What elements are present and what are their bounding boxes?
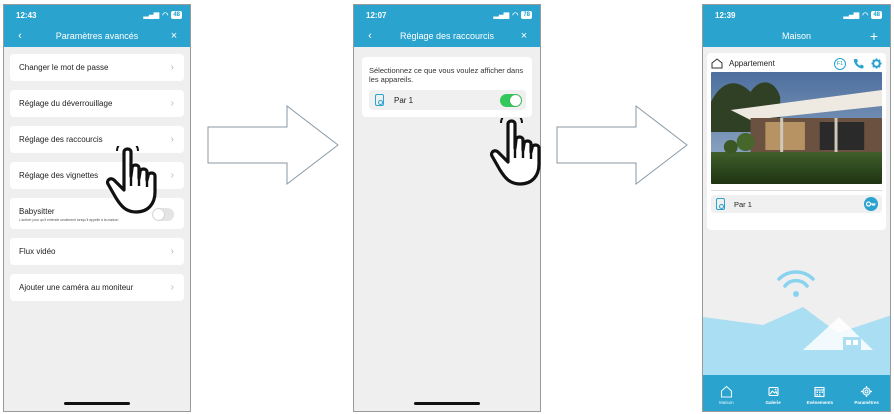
list-item-label: Changer le mot de passe <box>19 63 109 72</box>
phone-home: 12:39 ▂▄▆ ◠ 48 Maison + Appartement F1 P… <box>702 4 891 412</box>
list-item-label: Réglage du déverrouillage <box>19 99 113 108</box>
page-title: Paramètres avancés <box>55 31 139 41</box>
shortcut-prompt: Sélectionnez ce que vous voulez afficher… <box>369 66 524 84</box>
tab-label: Maison <box>719 399 734 405</box>
chevron-right-icon: › <box>170 62 174 73</box>
calendar-icon <box>814 386 825 397</box>
status-time: 12:07 <box>366 10 387 20</box>
header: 12:43 ▂▄▆ ◠ 48 ‹ Paramètres avancés × <box>4 5 190 47</box>
add-camera-item[interactable]: Ajouter une caméra au moniteur › <box>10 274 184 301</box>
header: 12:39 ▂▄▆ ◠ 48 Maison + <box>703 5 890 47</box>
device-toggle[interactable] <box>500 93 522 107</box>
add-icon[interactable]: + <box>868 29 880 43</box>
phone-icon[interactable] <box>853 58 864 69</box>
back-icon[interactable]: ‹ <box>364 30 376 42</box>
babysitter-description: L'activer pour qu'il entende seulement l… <box>19 218 119 222</box>
system-icons: ▂▄▆ ◠ 48 <box>143 11 182 19</box>
doorbell-icon <box>375 94 384 106</box>
signal-icon: ▂▄▆ <box>143 12 160 19</box>
video-stream-item[interactable]: Flux vidéo › <box>10 238 184 265</box>
home-indicator <box>414 402 480 405</box>
chevron-right-icon: › <box>170 282 174 293</box>
nav-bar: Maison + <box>703 25 890 47</box>
page-title: Maison <box>781 31 811 41</box>
doorbell-icon <box>716 198 725 210</box>
gear-icon <box>861 385 873 397</box>
gear-icon[interactable] <box>871 58 882 69</box>
arrow-right-icon <box>207 105 339 185</box>
tab-label: Galerie <box>765 399 781 405</box>
camera-snapshot[interactable] <box>711 72 882 184</box>
tab-home[interactable]: Maison <box>706 385 746 405</box>
battery-indicator: 48 <box>871 11 882 19</box>
status-bar: 12:43 ▂▄▆ ◠ 48 <box>4 5 190 25</box>
unlock-settings-item[interactable]: Réglage du déverrouillage › <box>10 90 184 117</box>
wifi-icon: ◠ <box>512 12 519 19</box>
status-time: 12:43 <box>16 10 37 20</box>
header: 12:07 ▂▄▆ ◠ 78 ‹ Réglage des raccourcis … <box>354 5 540 47</box>
signal-icon: ▂▄▆ <box>493 12 510 19</box>
home-icon <box>720 385 732 398</box>
status-bar: 12:39 ▂▄▆ ◠ 48 <box>703 5 890 25</box>
key-icon <box>866 201 876 207</box>
tab-settings[interactable]: Paramètres <box>847 385 887 405</box>
signal-icon: ▂▄▆ <box>843 12 860 19</box>
f1-button[interactable]: F1 <box>834 57 846 70</box>
change-password-item[interactable]: Changer le mot de passe › <box>10 54 184 81</box>
shortcut-panel: Sélectionnez ce que vous voulez afficher… <box>362 57 532 117</box>
tap-hand-icon <box>105 146 157 214</box>
battery-indicator: 48 <box>171 11 182 19</box>
chevron-right-icon: › <box>170 170 174 181</box>
tap-hand-icon <box>489 118 541 186</box>
tab-gallery[interactable]: Galerie <box>753 385 793 405</box>
card-title: Appartement <box>729 59 775 68</box>
phone-shortcut-settings: 12:07 ▂▄▆ ◠ 78 ‹ Réglage des raccourcis … <box>353 4 541 412</box>
close-icon[interactable]: × <box>168 30 180 42</box>
nav-bar: ‹ Paramètres avancés × <box>4 25 190 47</box>
page-title: Réglage des raccourcis <box>399 31 495 41</box>
system-icons: ▂▄▆ ◠ 78 <box>493 11 532 19</box>
card-header: Appartement F1 <box>711 55 882 72</box>
wifi-icon: ◠ <box>162 12 169 19</box>
arrow-right-icon <box>556 105 688 185</box>
unlock-key-button[interactable] <box>864 197 878 211</box>
chevron-right-icon: › <box>170 98 174 109</box>
nav-bar: ‹ Réglage des raccourcis × <box>354 25 540 47</box>
close-icon[interactable]: × <box>518 30 530 42</box>
chevron-right-icon: › <box>170 246 174 257</box>
status-time: 12:39 <box>715 10 736 20</box>
tab-label: Evènements <box>806 399 834 405</box>
chevron-right-icon: › <box>170 134 174 145</box>
device-row[interactable]: Par 1 <box>711 195 882 213</box>
tab-label: Paramètres <box>854 399 879 405</box>
list-item-label: Réglage des vignettes <box>19 171 99 180</box>
list-item-label: Flux vidéo <box>19 247 56 256</box>
home-indicator <box>64 402 130 405</box>
device-label: Par 1 <box>734 199 752 209</box>
status-bar: 12:07 ▂▄▆ ◠ 78 <box>354 5 540 25</box>
battery-indicator: 78 <box>521 11 532 19</box>
list-item-label: Réglage des raccourcis <box>19 135 103 144</box>
device-label: Par 1 <box>394 95 414 105</box>
device-row[interactable]: Par 1 <box>369 90 526 110</box>
wifi-icon: ◠ <box>862 12 869 19</box>
tab-events[interactable]: Evènements <box>800 385 840 405</box>
back-icon[interactable]: ‹ <box>14 30 26 42</box>
home-icon <box>711 58 723 69</box>
house-photo <box>711 72 882 184</box>
list-item-label: Ajouter une caméra au moniteur <box>19 283 134 292</box>
apartment-card: Appartement F1 Par 1 <box>707 53 886 230</box>
gallery-icon <box>768 386 779 396</box>
house-wifi-illustration <box>703 270 890 377</box>
bottom-tab-bar: Maison Galerie Evènements Paramètres <box>703 375 890 411</box>
system-icons: ▂▄▆ ◠ 48 <box>843 11 882 19</box>
